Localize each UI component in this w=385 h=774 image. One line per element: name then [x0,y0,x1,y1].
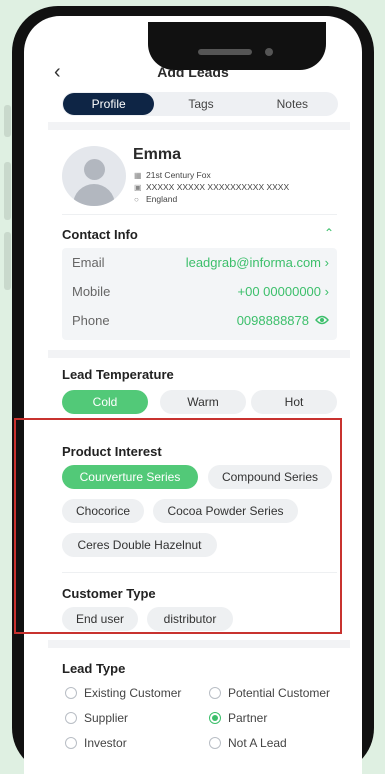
radio-circle[interactable] [65,737,77,749]
radio-label: Not A Lead [228,736,287,750]
email-row[interactable]: Email leadgrab@informa.com › [72,248,329,276]
company-line: ▦ 21st Century Fox [134,170,211,180]
front-camera [265,48,273,56]
eye-icon[interactable] [315,315,329,325]
tab-tags[interactable]: Tags [155,92,246,116]
lead-name: Emma [133,146,182,163]
lead-type-title: Lead Type [62,661,126,676]
speaker-grille [198,49,252,55]
radio-label: Existing Customer [84,686,182,700]
radio-not-a-lead[interactable]: Not A Lead [209,736,287,750]
company-name: 21st Century Fox [146,170,211,180]
radio-partner[interactable]: Partner [209,711,267,725]
radio-circle[interactable] [209,737,221,749]
chevron-right-icon: › [324,283,329,299]
mobile-label: Mobile [72,283,111,299]
temperature-warm[interactable]: Warm [160,390,246,414]
radio-supplier[interactable]: Supplier [65,711,128,725]
radio-circle[interactable] [65,712,77,724]
temperature-cold[interactable]: Cold [62,390,148,414]
building-icon: ▦ [134,170,142,180]
globe-icon: ○ [134,194,139,204]
phone-row[interactable]: Phone 0098888878 [72,306,329,334]
temperature-hot[interactable]: Hot [251,390,337,414]
radio-label: Supplier [84,711,129,725]
section-divider [48,640,350,648]
mobile-row[interactable]: Mobile +00 00000000 › [72,277,329,305]
contact-info-title: Contact Info [62,227,138,242]
section-divider [48,350,350,358]
country-line: ○ England [134,194,177,204]
phone-side-button [4,162,11,220]
email-value: leadgrab@informa.com [185,254,322,270]
country-text: England [146,194,178,204]
address-icon: ▣ [134,182,142,192]
chevron-right-icon: › [324,254,329,270]
radio-label: Investor [84,736,127,750]
avatar [62,146,126,206]
contact-info-box: Email leadgrab@informa.com › Mobile +00 … [62,248,337,340]
radio-label: Potential Customer [228,686,331,700]
radio-existing-customer[interactable]: Existing Customer [65,686,181,700]
lead-temperature-title: Lead Temperature [62,367,174,382]
tab-notes[interactable]: Notes [247,92,338,116]
radio-circle[interactable] [65,687,77,699]
avatar-shoulders [73,184,115,206]
radio-circle-selected[interactable] [209,712,221,724]
mobile-value: +00 00000000 [237,283,322,299]
phone-side-button [4,232,11,290]
radio-circle[interactable] [209,687,221,699]
address-line: ▣ XXXXX XXXXX XXXXXXXXXX XXXX [134,182,289,192]
chevron-up-icon[interactable]: ⌃ [324,226,334,240]
app-screen: ‹ Add Leads Profile Tags Notes Emma ▦ 21… [24,16,362,774]
section-divider [48,122,350,130]
radio-investor[interactable]: Investor [65,736,127,750]
phone-side-button [4,105,11,137]
email-label: Email [72,254,105,270]
radio-label: Partner [228,711,268,725]
tab-bar: Profile Tags Notes [62,92,338,116]
avatar-head [84,159,105,180]
phone-label: Phone [72,312,110,328]
address-text: XXXXX XXXXX XXXXXXXXXX XXXX [146,182,290,192]
radio-potential-customer[interactable]: Potential Customer [209,686,330,700]
phone-value: 0098888878 [236,312,309,328]
separator [62,214,337,215]
phone-notch [148,22,326,70]
tab-profile[interactable]: Profile [63,93,155,115]
highlight-box [14,418,342,634]
